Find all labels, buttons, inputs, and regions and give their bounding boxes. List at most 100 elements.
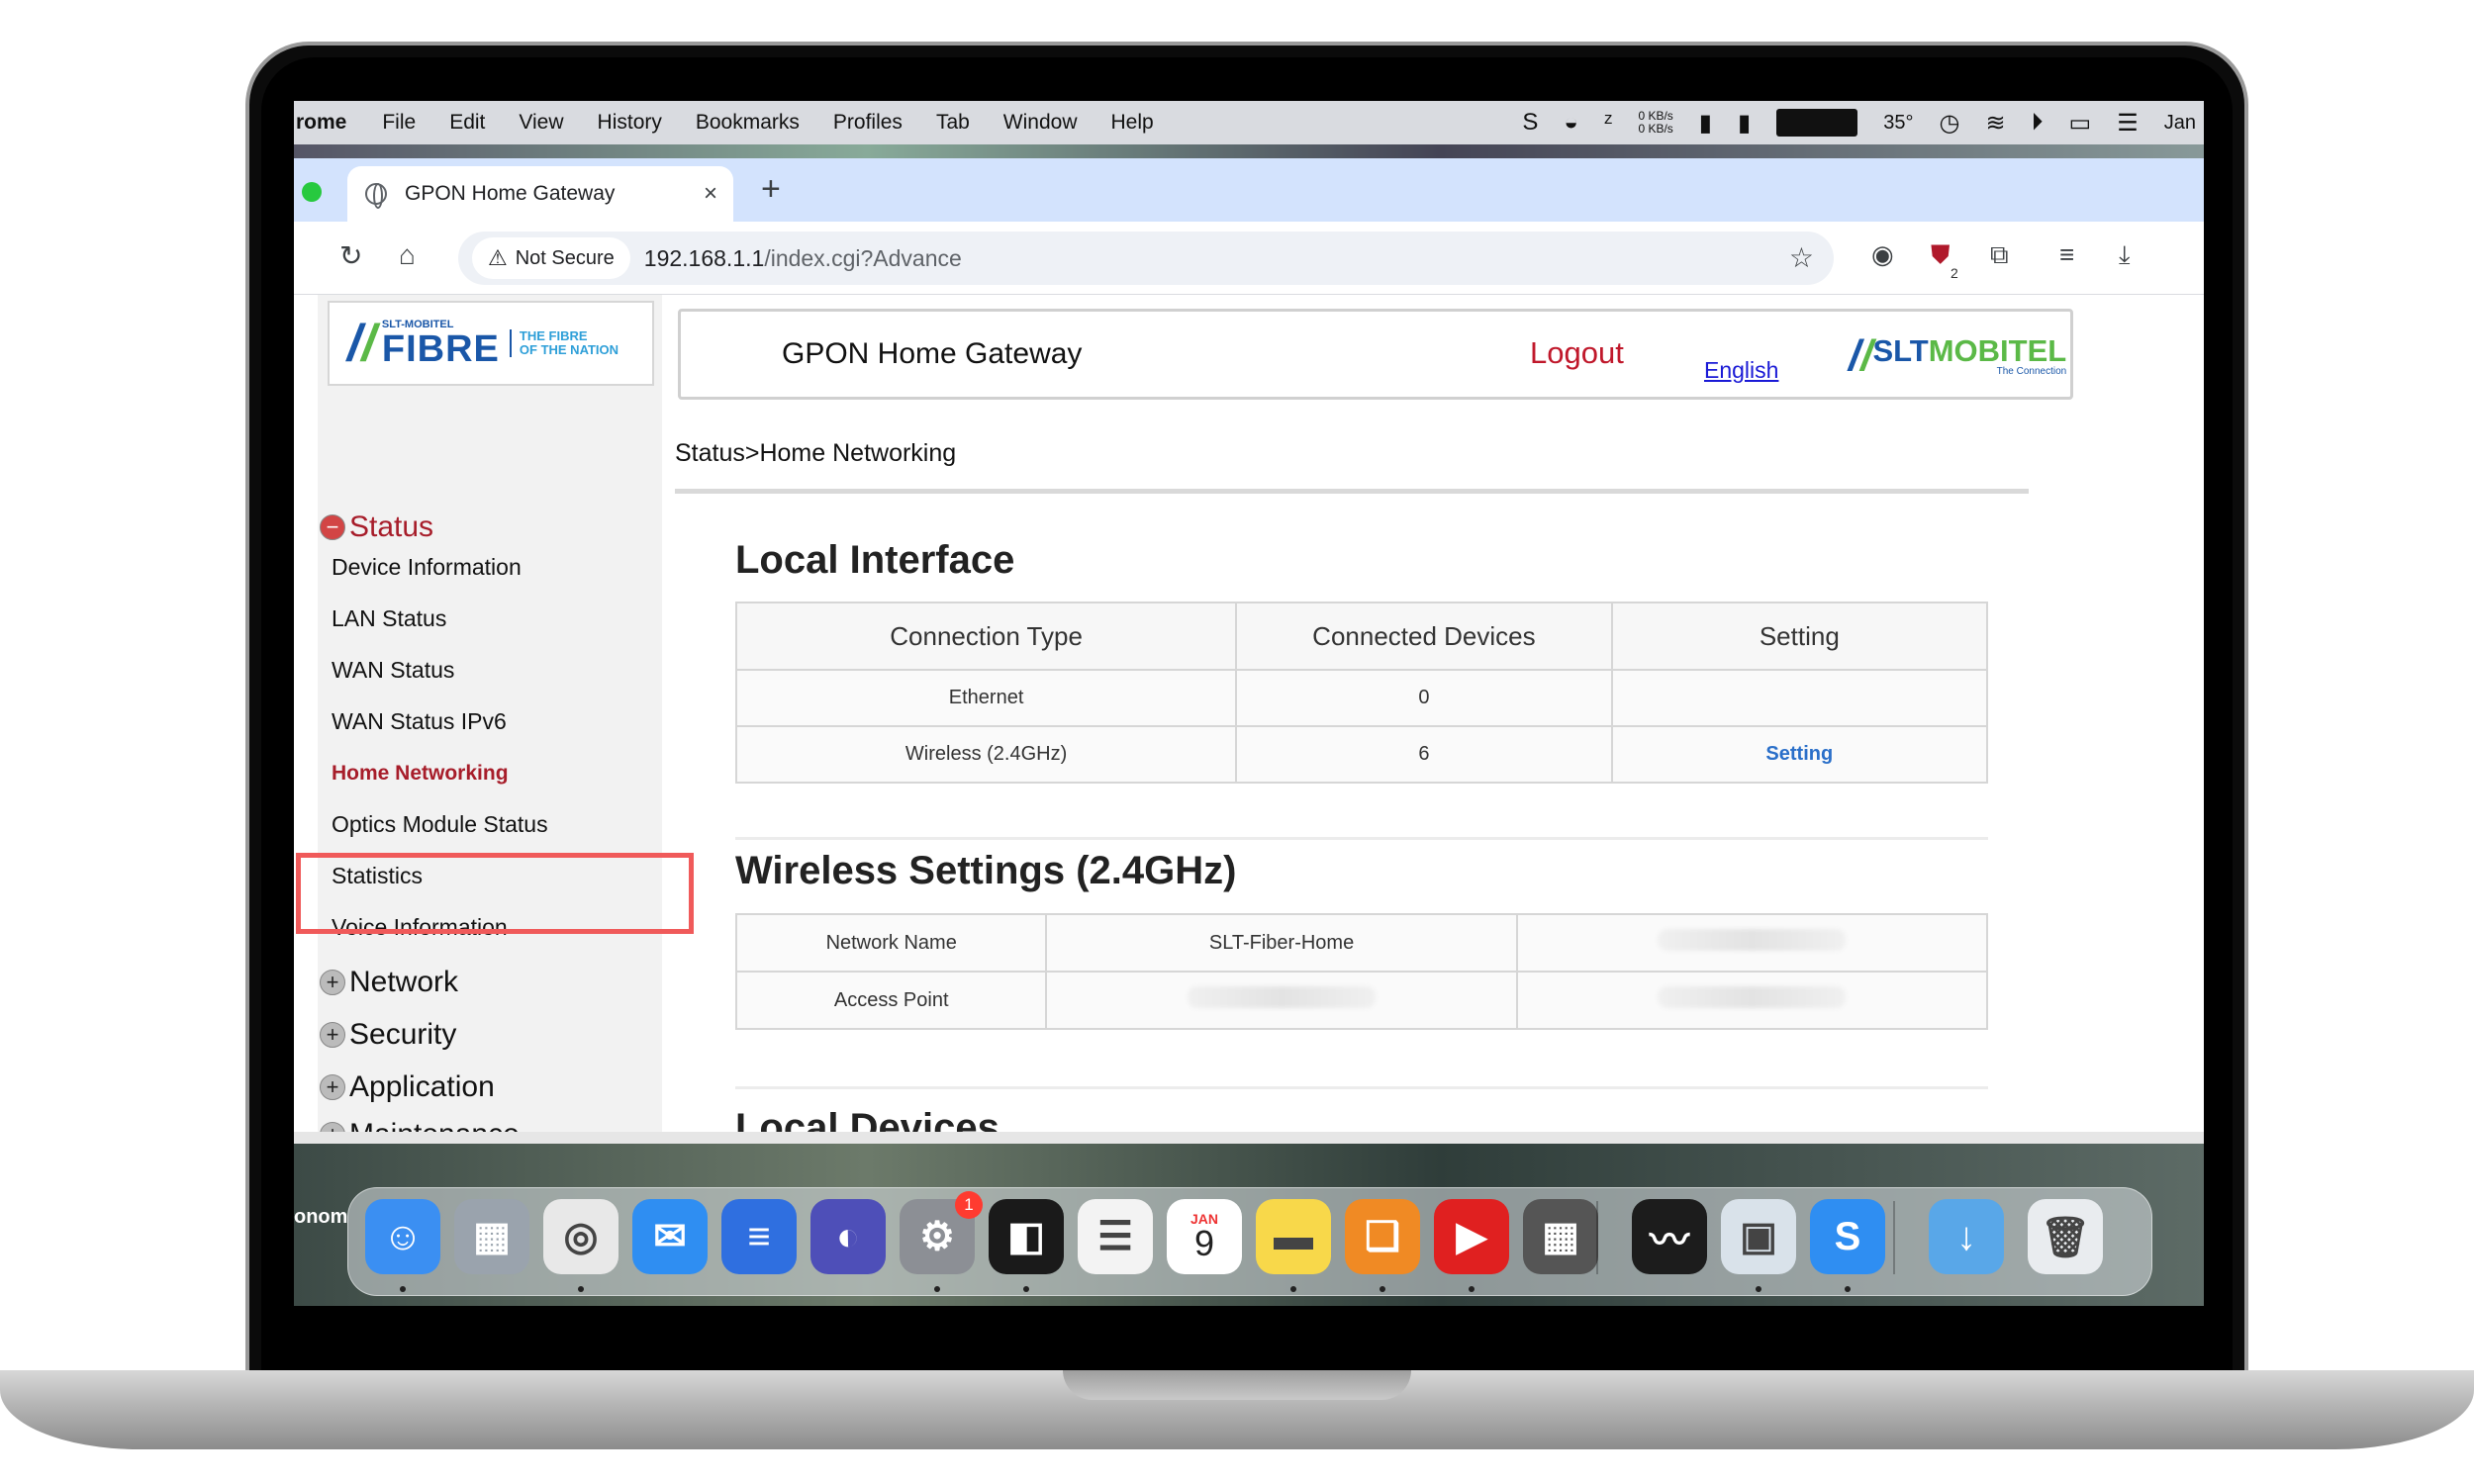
laptop-notch xyxy=(1063,1370,1411,1400)
menu-history[interactable]: History xyxy=(598,111,662,135)
menu-section-application[interactable]: + Application xyxy=(320,1070,495,1104)
settings-update-badge: 1 xyxy=(955,1191,983,1219)
menu-tab[interactable]: Tab xyxy=(936,111,970,135)
display-icon[interactable]: ▭ xyxy=(2069,109,2092,138)
control-center-icon[interactable]: ☰ xyxy=(2117,109,2139,138)
calculator-icon[interactable]: ▦ xyxy=(1523,1199,1598,1274)
cpu-graph[interactable] xyxy=(1776,109,1858,137)
chrome-icon[interactable]: ◎ xyxy=(543,1199,618,1274)
bookmark-star-icon[interactable]: ☆ xyxy=(1789,241,1814,274)
play-icon[interactable]: ⏵ xyxy=(2032,109,2044,137)
wireless-setting-link[interactable]: Setting xyxy=(1765,743,1833,765)
network-speed[interactable]: 0 KB/s 0 KB/s xyxy=(1638,110,1672,136)
menu-section-security[interactable]: + Security xyxy=(320,1018,456,1052)
youtube-music-icon[interactable]: ▶ xyxy=(1434,1199,1509,1274)
finder-icon[interactable]: ☺ xyxy=(365,1199,440,1274)
shield-extension-icon[interactable]: ⛊ xyxy=(1931,239,1951,271)
setting-cell xyxy=(1610,669,1989,727)
menu-item-wan-status[interactable]: WAN Status xyxy=(332,657,454,684)
arc-icon[interactable]: ◐ xyxy=(810,1199,886,1274)
table-row: Access Point xyxy=(734,971,1989,1030)
menu-help[interactable]: Help xyxy=(1111,111,1154,135)
vpn-tray-icon[interactable]: ◒ xyxy=(1564,109,1578,137)
running-indicator xyxy=(578,1286,584,1292)
books-icon[interactable]: ❑ xyxy=(1345,1199,1420,1274)
security-label: Not Secure xyxy=(515,246,615,269)
temperature-readout[interactable]: 35° xyxy=(1883,112,1913,135)
collapse-icon[interactable]: − xyxy=(320,514,345,540)
wifi-icon[interactable]: ≋ xyxy=(1985,109,2005,138)
menu-bookmarks[interactable]: Bookmarks xyxy=(696,111,800,135)
mail-icon[interactable]: ✉ xyxy=(632,1199,708,1274)
pages-icon[interactable]: ◧ xyxy=(989,1199,1064,1274)
downloads-folder-icon[interactable]: ↓ xyxy=(1929,1199,2004,1274)
menu-profiles[interactable]: Profiles xyxy=(833,111,903,135)
new-tab-button[interactable]: + xyxy=(761,170,781,209)
url-text[interactable]: 192.168.1.1/index.cgi?Advance xyxy=(644,245,962,272)
macos-menubar: rome File Edit View History Bookmarks Pr… xyxy=(294,101,2204,144)
media-queue-icon[interactable]: ≡ xyxy=(2059,239,2074,270)
address-bar[interactable]: ⚠ Not Secure 192.168.1.1/index.cgi?Advan… xyxy=(458,232,1834,285)
preview-icon[interactable]: ▣ xyxy=(1721,1199,1796,1274)
menu-item-optics-module-status[interactable]: Optics Module Status xyxy=(332,811,548,838)
logout-link[interactable]: Logout xyxy=(1530,335,1624,371)
menu-item-lan-status[interactable]: LAN Status xyxy=(332,605,446,632)
menu-section-network[interactable]: + Network xyxy=(320,966,458,999)
language-link[interactable]: English xyxy=(1704,357,1778,384)
docs-icon[interactable]: ≡ xyxy=(721,1199,797,1274)
menu-view[interactable]: View xyxy=(519,111,563,135)
expand-icon[interactable]: + xyxy=(320,1122,345,1132)
column-header: Connected Devices xyxy=(1235,602,1613,671)
home-icon[interactable]: ⌂ xyxy=(399,239,416,271)
setapp-icon[interactable]: S xyxy=(1810,1199,1885,1274)
laptop-mockup: rome File Edit View History Bookmarks Pr… xyxy=(0,0,2474,1484)
menu-item-wan-status-ipv6[interactable]: WAN Status IPv6 xyxy=(332,708,507,735)
fibre-logo-mark: // xyxy=(347,315,376,372)
trash-icon[interactable]: 🗑 xyxy=(2028,1199,2103,1274)
browser-toolbar: ↻ ⌂ ⚠ Not Secure 192.168.1.1/index.cgi?A… xyxy=(294,222,2204,295)
globe-icon xyxy=(365,183,387,209)
window-zoom-button[interactable] xyxy=(302,182,322,202)
column-header: Connection Type xyxy=(734,602,1238,671)
reminders-icon[interactable]: ☰ xyxy=(1078,1199,1153,1274)
calendar-icon[interactable]: JAN 9 xyxy=(1167,1199,1242,1274)
horizontal-scrollbar[interactable] xyxy=(294,1132,2204,1144)
menu-item-device-information[interactable]: Device Information xyxy=(332,554,522,581)
expand-icon[interactable]: + xyxy=(320,970,345,995)
menu-file[interactable]: File xyxy=(382,111,416,135)
menu-item-home-networking[interactable]: Home Networking xyxy=(332,762,509,786)
menu-section-maintenance[interactable]: + Maintenance xyxy=(320,1118,520,1132)
slt-mobitel-logo: // SLTMOBITEL The Connection xyxy=(1849,331,2067,380)
menubar-app-name[interactable]: rome xyxy=(294,111,346,135)
extensions-puzzle-icon[interactable]: ⧉ xyxy=(1990,239,2009,271)
highlight-box xyxy=(296,853,694,934)
setapp-tray-icon[interactable]: S xyxy=(1522,109,1538,137)
redacted-cell xyxy=(1515,913,1989,973)
time-machine-icon[interactable]: ◷ xyxy=(1939,109,1959,138)
wallpaper-strip xyxy=(294,144,2204,158)
row-label: Network Name xyxy=(734,913,1048,973)
sleep-tray-icon[interactable]: ᶻ xyxy=(1604,109,1613,137)
expand-icon[interactable]: + xyxy=(320,1022,345,1048)
reload-icon[interactable]: ↻ xyxy=(339,239,362,272)
running-indicator xyxy=(934,1286,940,1292)
menubar-clock[interactable]: Jan xyxy=(2164,112,2196,135)
menu-edit[interactable]: Edit xyxy=(449,111,485,135)
voice-memos-icon[interactable]: 〰 xyxy=(1632,1199,1707,1274)
notes-icon[interactable]: ▬ xyxy=(1256,1199,1331,1274)
browser-tab[interactable]: GPON Home Gateway × xyxy=(347,166,733,222)
close-tab-icon[interactable]: × xyxy=(704,180,717,208)
download-icon[interactable]: ⤓ xyxy=(2119,239,2131,271)
launchpad-icon[interactable]: ▦ xyxy=(454,1199,529,1274)
memory-meter-icon[interactable]: ▮ xyxy=(1738,109,1751,138)
wireless-settings-table: Network Name SLT-Fiber-Home Access Point xyxy=(734,913,1989,1030)
ssd-meter-icon[interactable]: ▮ xyxy=(1699,109,1712,138)
menu-window[interactable]: Window xyxy=(1003,111,1078,135)
running-indicator xyxy=(1756,1286,1761,1292)
incognito-extension-icon[interactable]: ◉ xyxy=(1871,239,1894,270)
local-interface-table: Connection Type Connected Devices Settin… xyxy=(734,602,1989,784)
expand-icon[interactable]: + xyxy=(320,1074,345,1100)
menu-section-status[interactable]: − Status xyxy=(320,510,433,544)
setting-cell: Setting xyxy=(1610,725,1989,784)
security-chip[interactable]: ⚠ Not Secure xyxy=(472,237,630,279)
